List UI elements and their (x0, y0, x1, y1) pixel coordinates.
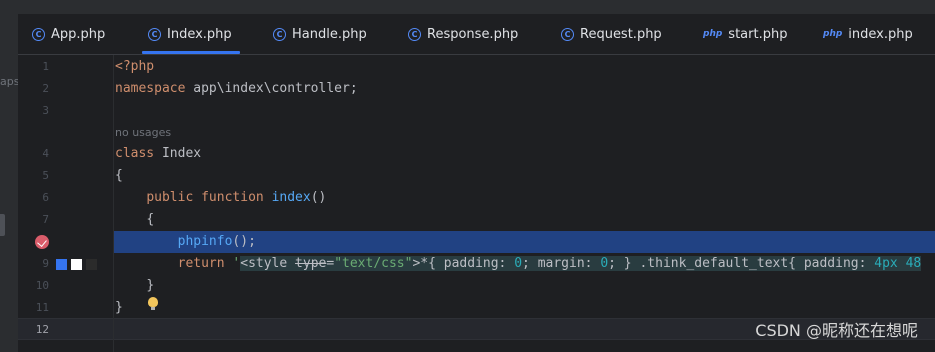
tab-request-php[interactable]: C Request.php (561, 14, 662, 54)
class-icon: C (148, 27, 161, 41)
attr-value: "text/css" (334, 256, 413, 271)
tab-response-php[interactable]: C Response.php (408, 14, 518, 54)
code-editor[interactable]: 1 2 3 4 5 6 7 9 10 11 12 <?php namespace… (18, 55, 935, 352)
css-text: ; margin: (522, 256, 601, 271)
css-number: 4px 48 (874, 256, 922, 271)
tab-label: Handle.php (292, 26, 367, 42)
brace: } (115, 300, 123, 315)
tab-label: index.php (848, 26, 913, 42)
line-number: 7 (42, 213, 49, 226)
tab-index-php[interactable]: C Index.php (142, 14, 240, 54)
php-file-icon: php (823, 29, 843, 39)
css-text: ; } .think_default_text{ padding: (608, 256, 875, 271)
left-panel-label: aps (0, 75, 20, 88)
line-number: 10 (35, 279, 49, 292)
tab-label: start.php (728, 26, 788, 42)
code-line-6: public function index() (115, 187, 326, 209)
php-open-tag: <?php (115, 59, 155, 74)
brace: } (146, 278, 155, 293)
php-file-icon: php (703, 29, 723, 39)
watermark: CSDN @昵称还在想呢 (755, 321, 918, 340)
css-text: >*{ padding: (412, 256, 515, 271)
code-line-11: } (115, 297, 123, 319)
code-line-2: namespace app\index\controller; (115, 78, 358, 100)
code-line-5: { (115, 165, 123, 187)
code-line-7: { (115, 209, 154, 231)
line-number: 1 (42, 60, 49, 73)
tab-label: Response.php (427, 26, 519, 42)
html-tag: <style (240, 256, 296, 271)
keyword: public (146, 190, 194, 205)
keyword: return (177, 256, 225, 271)
tab-label: Index.php (167, 26, 232, 42)
code-line-8: phpinfo(); (115, 231, 256, 253)
line-number: 2 (42, 82, 49, 95)
method-name: index (271, 190, 311, 205)
editor-tab-bar: C App.php C Index.php C Handle.php C Res… (18, 14, 935, 55)
tab-label: App.php (51, 26, 106, 42)
injected-html: <style type="text/css">*{ padding: 0; ma… (240, 256, 922, 271)
line-number: 9 (42, 257, 49, 270)
code-line-4: class Index (115, 143, 201, 165)
parens: () (310, 190, 327, 205)
color-swatch-white[interactable] (71, 259, 82, 270)
keyword: function (201, 190, 264, 205)
tab-index-php-2[interactable]: php index.php (823, 14, 913, 54)
class-icon: C (408, 27, 421, 41)
keyword: namespace (115, 81, 186, 96)
top-strip (0, 0, 935, 14)
line-number: 3 (42, 104, 49, 117)
code-line-1: <?php (115, 56, 154, 78)
tab-handle-php[interactable]: C Handle.php (273, 14, 367, 54)
line-number-current: 12 (35, 323, 49, 336)
equals: = (326, 256, 335, 271)
line-number: 5 (42, 169, 49, 182)
color-swatch-dark[interactable] (86, 259, 97, 270)
call-args: (); (232, 234, 256, 249)
keyword: class (115, 146, 155, 161)
breakpoint-icon[interactable] (35, 235, 49, 249)
inlay-hint-usages[interactable]: no usages (115, 126, 171, 139)
class-icon: C (32, 27, 45, 41)
line-number: 4 (42, 147, 49, 160)
class-name: Index (154, 146, 202, 161)
class-icon: C (273, 27, 286, 41)
line-number: 11 (35, 301, 49, 314)
code-line-9: return '<style type="text/css">*{ paddin… (115, 253, 922, 275)
namespace-path: app\index\controller; (185, 81, 358, 96)
panel-resize-handle[interactable] (0, 214, 5, 236)
brace: { (115, 168, 123, 183)
line-number: 6 (42, 191, 49, 204)
gutter-separator (113, 55, 114, 352)
tab-app-php[interactable]: C App.php (32, 14, 105, 54)
left-tool-panel[interactable]: aps (0, 14, 20, 352)
tab-label: Request.php (580, 26, 662, 42)
code-line-10: } (115, 275, 154, 297)
css-number: 0 (514, 256, 523, 271)
brace: { (146, 212, 155, 227)
deprecated-attr: type (295, 256, 327, 271)
tab-start-php[interactable]: php start.php (703, 14, 787, 54)
class-icon: C (561, 27, 574, 41)
function-call: phpinfo (177, 234, 233, 249)
color-swatch-blue[interactable] (56, 259, 67, 270)
lightbulb-icon[interactable] (148, 297, 158, 310)
css-number: 0 (600, 256, 609, 271)
